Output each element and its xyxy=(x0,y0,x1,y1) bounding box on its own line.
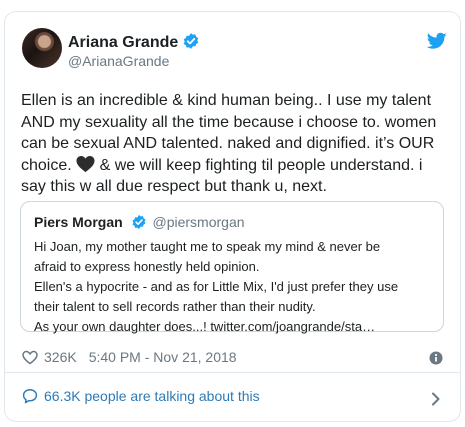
quoted-text-line: Ellen's a hypocrite - and as for Little … xyxy=(34,279,399,294)
embedded-tweet-card: Ariana Grande @ArianaGrande Ellen is an … xyxy=(4,11,461,422)
tweet-meta: 326K 5:40 PM - Nov 21, 2018 xyxy=(22,349,237,365)
quoted-tweet-text: Hi Joan, my mother taught me to speak my… xyxy=(34,237,434,337)
speech-bubble-icon[interactable] xyxy=(22,388,38,404)
tweet-timestamp[interactable]: 5:40 PM - Nov 21, 2018 xyxy=(89,349,237,365)
chevron-right-icon[interactable] xyxy=(431,392,440,406)
like-heart-icon[interactable] xyxy=(22,350,38,365)
quoted-text-line: Hi Joan, my mother taught me to speak my… xyxy=(34,239,381,254)
talking-about-link[interactable]: 66.3K people are talking about this xyxy=(22,388,260,404)
author-name-text[interactable]: Ariana Grande xyxy=(68,34,178,51)
tweet-text: Ellen is an incredible & kind human bein… xyxy=(21,90,451,198)
quoted-text-line: their talent to sell records rather than… xyxy=(34,299,316,314)
quoted-verified-badge-icon xyxy=(132,215,146,229)
author-name[interactable]: Ariana Grande xyxy=(68,32,200,52)
quoted-tweet[interactable]: Piers Morgan @piersmorgan Hi Joan, my mo… xyxy=(20,201,444,334)
quoted-author[interactable]: Piers Morgan @piersmorgan xyxy=(34,214,245,230)
card-divider xyxy=(4,372,461,373)
verified-badge-icon xyxy=(183,33,199,49)
like-count[interactable]: 326K xyxy=(44,349,77,365)
quoted-author-name[interactable]: Piers Morgan xyxy=(34,214,123,230)
black-heart-emoji-icon xyxy=(76,155,95,172)
like-button[interactable]: 326K xyxy=(22,349,77,365)
info-icon[interactable] xyxy=(429,351,443,365)
talking-about-text[interactable]: 66.3K people are talking about this xyxy=(44,388,260,404)
author-handle[interactable]: @ArianaGrande xyxy=(68,53,169,69)
twitter-bird-icon[interactable] xyxy=(427,32,447,50)
quoted-text-line[interactable]: As your own daughter does...! twitter.co… xyxy=(34,317,434,337)
quoted-text-line: afraid to express honestly held opinion. xyxy=(34,259,260,274)
author-avatar[interactable] xyxy=(22,28,62,68)
quoted-author-handle[interactable]: @piersmorgan xyxy=(152,214,244,230)
